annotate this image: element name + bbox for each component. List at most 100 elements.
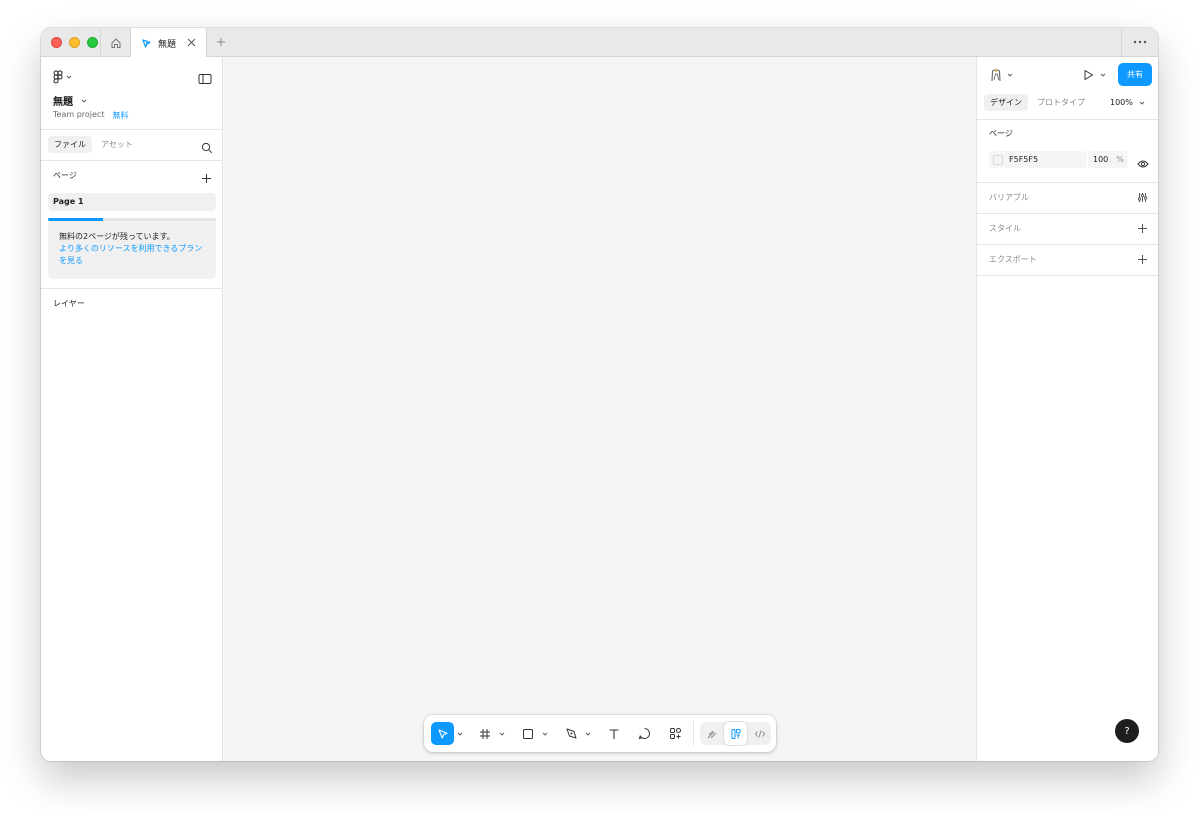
upgrade-banner: 無料の2ページが残っています。 より多くのリソースを利用できるプランを見る [48, 221, 216, 279]
divider [977, 244, 1158, 245]
frame-icon [480, 728, 490, 739]
canvas[interactable] [223, 57, 976, 761]
search-icon [201, 142, 213, 154]
dev-mode-button[interactable] [748, 722, 771, 745]
chevron-down-icon [66, 75, 72, 79]
left-sidebar: 無題 Team project 無料 ファイル アセット ページ Page 1 … [41, 57, 223, 761]
divider [693, 721, 694, 746]
chevron-down-icon [499, 732, 505, 736]
add-style-button[interactable] [1137, 223, 1148, 234]
plan-badge[interactable]: 無料 [112, 110, 128, 121]
frame-tool-menu[interactable] [498, 722, 506, 745]
background-color-field[interactable]: F5F5F5 [989, 151, 1087, 168]
variables-button[interactable] [1137, 192, 1148, 203]
page-section-heading: ページ [989, 129, 1013, 138]
plus-icon [1138, 224, 1147, 233]
zoom-menu[interactable]: 100% [1110, 94, 1145, 111]
avatar-icon [991, 69, 1001, 82]
app-window: 無題 無題 Team project 無料 ファイル アセット ページ Page… [41, 28, 1158, 761]
chevron-down-icon [457, 732, 463, 736]
eye-icon [1137, 160, 1149, 168]
new-tab-button[interactable] [213, 34, 229, 50]
home-icon [111, 37, 121, 48]
shape-tool-menu[interactable] [541, 722, 549, 745]
close-icon [187, 38, 195, 46]
right-sidebar: 共有 デザイン プロトタイプ 100% ページ F5F5F5 100 % バリア… [976, 57, 1158, 761]
pages-heading: ページ [53, 171, 77, 180]
file-name-menu[interactable]: 無題 [53, 93, 87, 108]
project-name[interactable]: Team project [53, 110, 104, 121]
plus-icon [202, 174, 211, 183]
bottom-toolbar [424, 715, 776, 752]
page-item[interactable]: Page 1 [48, 193, 216, 211]
upgrade-link[interactable]: より多くのリソースを利用できるプランを見る [59, 243, 205, 267]
divider [41, 129, 223, 130]
frame-tool-button[interactable] [474, 722, 496, 745]
chevron-down-icon [81, 99, 87, 103]
more-button[interactable] [1132, 36, 1148, 48]
add-page-button[interactable] [201, 169, 212, 183]
color-swatch[interactable] [993, 154, 1003, 165]
plus-icon [1138, 255, 1147, 264]
title-bar: 無題 [41, 28, 1158, 58]
chevron-down-icon [542, 732, 548, 736]
close-window-button[interactable] [51, 37, 62, 48]
minimize-window-button[interactable] [69, 37, 80, 48]
pen-tool-button[interactable] [560, 722, 582, 745]
comment-tool-button[interactable] [633, 722, 655, 745]
divider [41, 288, 223, 289]
tab-assets[interactable]: アセット [101, 136, 133, 153]
rectangle-icon [523, 728, 533, 739]
divider [977, 182, 1158, 183]
shape-tool-button[interactable] [517, 722, 539, 745]
move-tool-menu[interactable] [456, 722, 464, 745]
variables-heading: バリアブル [989, 193, 1029, 202]
file-tab[interactable]: 無題 [131, 28, 206, 58]
main-menu-button[interactable] [53, 70, 72, 84]
divider [977, 213, 1158, 214]
design-mode-button[interactable] [724, 722, 747, 745]
figma-logo-icon [53, 70, 63, 84]
sliders-icon [1137, 193, 1148, 202]
divider [41, 160, 223, 161]
tab-title: 無題 [158, 39, 177, 50]
sidebar-toggle-button[interactable] [198, 70, 212, 84]
draw-icon [707, 730, 716, 738]
home-tab[interactable] [101, 28, 131, 57]
text-tool-button[interactable] [603, 722, 625, 745]
cursor-icon [437, 728, 448, 739]
move-tool-button[interactable] [431, 722, 454, 745]
pen-icon [566, 728, 576, 739]
opacity-unit: % [1116, 155, 1124, 164]
close-tab-button[interactable] [185, 36, 197, 48]
code-icon [754, 729, 765, 738]
opacity-value: 100 [1093, 155, 1109, 164]
file-meta: Team project 無料 [53, 110, 128, 121]
share-button[interactable]: 共有 [1118, 63, 1152, 86]
draw-mode-button[interactable] [700, 722, 723, 745]
text-icon [609, 728, 619, 739]
search-button[interactable] [201, 139, 213, 154]
background-opacity-field[interactable]: 100 % [1088, 151, 1128, 168]
help-button[interactable]: ? [1115, 719, 1139, 743]
zoom-level: 100% [1110, 98, 1133, 107]
pen-tool-menu[interactable] [584, 722, 592, 745]
divider [206, 28, 207, 57]
user-menu-button[interactable] [989, 68, 1013, 82]
divider [1121, 28, 1122, 57]
window-controls [51, 37, 98, 48]
add-export-button[interactable] [1137, 254, 1148, 265]
chevron-down-icon [1139, 101, 1145, 105]
actions-tool-button[interactable] [664, 722, 686, 745]
tab-prototype[interactable]: プロトタイプ [1037, 94, 1085, 111]
present-button[interactable] [1083, 69, 1106, 81]
chevron-down-icon [585, 732, 591, 736]
divider [977, 119, 1158, 120]
styles-heading: スタイル [989, 224, 1021, 233]
tab-design[interactable]: デザイン [984, 94, 1028, 111]
export-heading: エクスポート [989, 255, 1037, 264]
maximize-window-button[interactable] [87, 37, 98, 48]
plus-icon [217, 38, 225, 46]
visibility-toggle[interactable] [1137, 154, 1149, 168]
tab-files[interactable]: ファイル [48, 136, 92, 153]
